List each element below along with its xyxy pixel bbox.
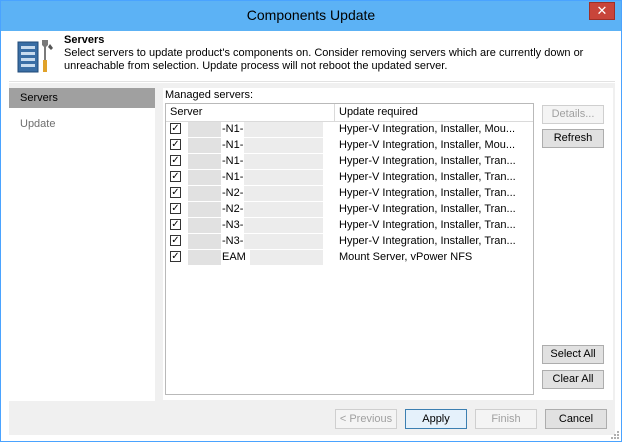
row-checkbox[interactable]: ✓ — [170, 203, 181, 214]
update-required: Hyper-V Integration, Installer, Mou... — [339, 123, 516, 135]
server-name: -N2- — [222, 203, 244, 215]
column-header-server[interactable]: Server — [166, 104, 335, 121]
redacted-block — [188, 250, 221, 265]
wizard-body: Servers Update Managed servers: Server U… — [9, 83, 615, 435]
redacted-block — [244, 154, 323, 169]
window-title: Components Update — [246, 7, 376, 23]
update-required: Hyper-V Integration, Installer, Tran... — [339, 235, 516, 247]
redacted-block — [244, 186, 323, 201]
redacted-block — [188, 170, 221, 185]
update-required: Mount Server, vPower NFS — [339, 251, 473, 263]
table-row[interactable]: ✓ -N2- Hyper-V Integration, Installer, T… — [166, 186, 533, 201]
apply-button[interactable]: Apply — [405, 409, 467, 429]
managed-servers-list[interactable]: Server Update required ✓ -N1- Hyper-V In… — [165, 103, 534, 395]
table-row[interactable]: ✓ -N2- Hyper-V Integration, Installer, T… — [166, 202, 533, 217]
wizard-footer: < Previous Apply Finish Cancel — [9, 401, 615, 435]
wizard-steps-sidebar: Servers Update — [9, 88, 155, 423]
list-header: Server Update required — [166, 104, 533, 122]
row-checkbox[interactable]: ✓ — [170, 187, 181, 198]
table-row[interactable]: ✓ -N1- Hyper-V Integration, Installer, T… — [166, 170, 533, 185]
redacted-block — [244, 122, 323, 137]
row-checkbox[interactable]: ✓ — [170, 219, 181, 230]
table-row[interactable]: ✓ -N1- Hyper-V Integration, Installer, T… — [166, 154, 533, 169]
update-required: Hyper-V Integration, Installer, Tran... — [339, 219, 516, 231]
title-bar[interactable]: Components Update ✕ — [1, 1, 621, 31]
table-row[interactable]: ✓ -N1- Hyper-V Integration, Installer, M… — [166, 138, 533, 153]
close-button[interactable]: ✕ — [589, 2, 615, 20]
table-row[interactable]: ✓ EAM Mount Server, vPower NFS — [166, 250, 533, 265]
resize-grip-icon[interactable] — [610, 430, 620, 440]
check-icon: ✓ — [171, 187, 180, 198]
check-icon: ✓ — [171, 235, 180, 246]
redacted-block — [244, 138, 323, 153]
server-name: -N1- — [222, 139, 244, 151]
check-icon: ✓ — [171, 203, 180, 214]
select-all-button[interactable]: Select All — [542, 345, 604, 364]
table-row[interactable]: ✓ -N3- Hyper-V Integration, Installer, T… — [166, 218, 533, 233]
redacted-block — [244, 202, 323, 217]
managed-servers-label: Managed servers: — [165, 89, 254, 101]
redacted-block — [244, 170, 323, 185]
update-required: Hyper-V Integration, Installer, Tran... — [339, 203, 516, 215]
redacted-block — [250, 250, 323, 265]
finish-button[interactable]: Finish — [475, 409, 537, 429]
redacted-block — [188, 154, 221, 169]
tools-server-icon — [17, 40, 53, 73]
column-header-update-required[interactable]: Update required — [335, 104, 533, 121]
redacted-block — [188, 138, 221, 153]
server-name: -N1- — [222, 155, 244, 167]
header-title: Servers — [64, 34, 105, 46]
check-icon: ✓ — [171, 251, 180, 262]
redacted-block — [188, 202, 221, 217]
redacted-block — [188, 122, 221, 137]
wizard-header: Servers Select servers to update product… — [9, 31, 615, 82]
check-icon: ✓ — [171, 219, 180, 230]
check-icon: ✓ — [171, 155, 180, 166]
redacted-block — [244, 218, 323, 233]
check-icon: ✓ — [171, 171, 180, 182]
check-icon: ✓ — [171, 139, 180, 150]
redacted-block — [188, 186, 221, 201]
update-required: Hyper-V Integration, Installer, Tran... — [339, 187, 516, 199]
row-checkbox[interactable]: ✓ — [170, 251, 181, 262]
redacted-block — [188, 218, 221, 233]
sidebar-item-update[interactable]: Update — [9, 114, 155, 134]
row-checkbox[interactable]: ✓ — [170, 123, 181, 134]
table-row[interactable]: ✓ -N3- Hyper-V Integration, Installer, T… — [166, 234, 533, 249]
sidebar-item-servers[interactable]: Servers — [9, 88, 155, 108]
server-name: -N1- — [222, 171, 244, 183]
previous-button[interactable]: < Previous — [335, 409, 397, 429]
update-required: Hyper-V Integration, Installer, Tran... — [339, 171, 516, 183]
refresh-button[interactable]: Refresh — [542, 129, 604, 148]
update-required: Hyper-V Integration, Installer, Tran... — [339, 155, 516, 167]
update-required: Hyper-V Integration, Installer, Mou... — [339, 139, 516, 151]
check-icon: ✓ — [171, 123, 180, 134]
server-name: -N2- — [222, 187, 244, 199]
row-checkbox[interactable]: ✓ — [170, 235, 181, 246]
server-name: -N3- — [222, 235, 244, 247]
details-button[interactable]: Details... — [542, 105, 604, 124]
redacted-block — [188, 234, 221, 249]
row-checkbox[interactable]: ✓ — [170, 139, 181, 150]
row-checkbox[interactable]: ✓ — [170, 155, 181, 166]
components-update-window: Components Update ✕ Servers Select serve… — [0, 0, 622, 442]
server-name: -N3- — [222, 219, 244, 231]
server-name: -N1- — [222, 123, 244, 135]
header-description: Select servers to update product's compo… — [64, 47, 584, 72]
row-checkbox[interactable]: ✓ — [170, 171, 181, 182]
close-icon: ✕ — [596, 3, 608, 18]
table-row[interactable]: ✓ -N1- Hyper-V Integration, Installer, M… — [166, 122, 533, 137]
servers-panel: Managed servers: Server Update required … — [163, 88, 613, 400]
server-name: EAM — [222, 251, 246, 263]
clear-all-button[interactable]: Clear All — [542, 370, 604, 389]
cancel-button[interactable]: Cancel — [545, 409, 607, 429]
redacted-block — [244, 234, 323, 249]
